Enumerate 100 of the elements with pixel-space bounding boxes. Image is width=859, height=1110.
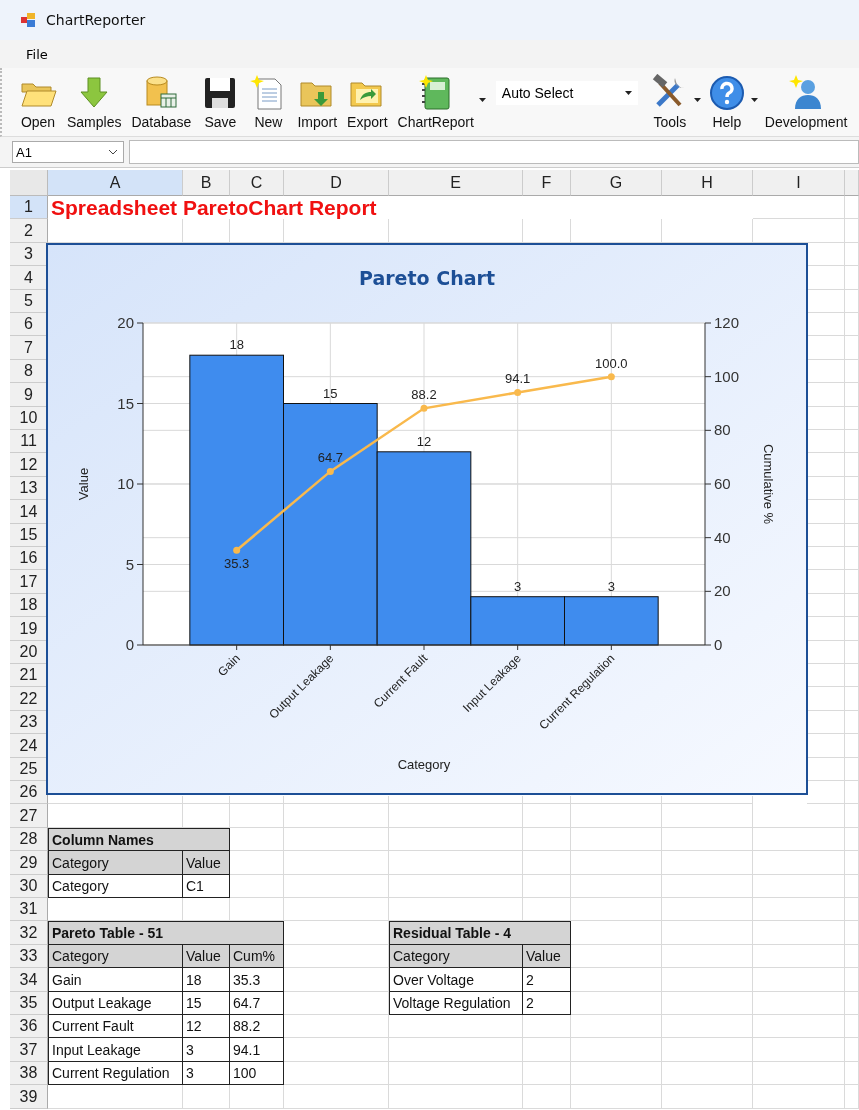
grid-cell[interactable] xyxy=(662,945,753,968)
row-header[interactable]: 24 xyxy=(10,734,48,758)
grid-cell[interactable] xyxy=(571,1085,662,1109)
grid-cell[interactable] xyxy=(284,804,389,828)
row-header[interactable]: 35 xyxy=(10,992,48,1015)
grid-cell[interactable] xyxy=(523,1085,571,1109)
grid-cell[interactable] xyxy=(284,828,389,851)
grid-cell[interactable] xyxy=(753,898,845,921)
caret-icon[interactable] xyxy=(478,98,486,102)
column-header[interactable]: I xyxy=(753,170,845,196)
grid-cell[interactable] xyxy=(845,1015,859,1038)
row-header[interactable]: 8 xyxy=(10,360,48,383)
row-header[interactable]: 23 xyxy=(10,711,48,734)
grid-cell[interactable] xyxy=(230,796,284,804)
toolbar-button[interactable]: Export xyxy=(344,72,391,132)
grid-cell[interactable] xyxy=(230,804,284,828)
grid-cell[interactable] xyxy=(845,524,859,547)
grid-cell[interactable] xyxy=(183,796,230,804)
grid-cell[interactable] xyxy=(845,921,859,945)
grid-cell[interactable] xyxy=(845,641,859,664)
grid-cell[interactable] xyxy=(845,875,859,898)
grid-cell[interactable] xyxy=(845,1062,859,1085)
grid-cell[interactable] xyxy=(523,1062,571,1085)
row-header[interactable]: 10 xyxy=(10,407,48,430)
grid-cell[interactable] xyxy=(807,570,845,594)
row-header[interactable]: 26 xyxy=(10,781,48,804)
grid-cell[interactable] xyxy=(807,290,845,313)
grid-cell[interactable] xyxy=(389,796,523,804)
column-header[interactable]: D xyxy=(284,170,389,196)
grid-cell[interactable] xyxy=(845,804,859,828)
grid-cell[interactable] xyxy=(807,641,845,664)
menu-item[interactable]: File xyxy=(20,44,54,64)
grid-cell[interactable] xyxy=(845,547,859,570)
name-box[interactable]: A1 xyxy=(12,141,124,163)
grid-cell[interactable] xyxy=(845,313,859,336)
toolbar-button[interactable]: Import xyxy=(294,72,341,132)
grid-cell[interactable] xyxy=(845,687,859,711)
grid-cell[interactable] xyxy=(662,219,753,243)
grid-cell[interactable] xyxy=(845,617,859,641)
grid-cell[interactable] xyxy=(753,875,845,898)
grid-cell[interactable] xyxy=(284,1085,389,1109)
grid-cell[interactable] xyxy=(845,266,859,290)
grid-cell[interactable] xyxy=(662,1015,753,1038)
grid-cell[interactable] xyxy=(845,243,859,266)
grid-cell[interactable] xyxy=(807,687,845,711)
grid-cell[interactable] xyxy=(389,1038,523,1062)
row-header[interactable]: 21 xyxy=(10,664,48,687)
grid-cell[interactable] xyxy=(845,290,859,313)
toolbar-button[interactable]: Tools xyxy=(647,72,692,132)
grid-cell[interactable] xyxy=(845,828,859,851)
column-header[interactable]: A xyxy=(48,170,183,196)
grid-cell[interactable] xyxy=(753,196,845,219)
grid-cell[interactable] xyxy=(571,875,662,898)
grid-cell[interactable] xyxy=(389,804,523,828)
grid-cell[interactable] xyxy=(662,851,753,875)
row-header[interactable]: 6 xyxy=(10,313,48,336)
row-header[interactable]: 17 xyxy=(10,570,48,594)
toolbar-button[interactable]: Open xyxy=(16,72,60,132)
row-header[interactable]: 2 xyxy=(10,219,48,243)
grid-cell[interactable] xyxy=(523,875,571,898)
grid-cell[interactable] xyxy=(48,219,183,243)
grid-cell[interactable] xyxy=(571,898,662,921)
grid-cell[interactable] xyxy=(284,219,389,243)
grid-cell[interactable] xyxy=(845,594,859,617)
grid-cell[interactable] xyxy=(571,1062,662,1085)
grid-cell[interactable] xyxy=(807,313,845,336)
grid-cell[interactable] xyxy=(389,1062,523,1085)
grid-cell[interactable] xyxy=(389,1085,523,1109)
grid-cell[interactable] xyxy=(753,921,845,945)
row-header[interactable]: 4 xyxy=(10,266,48,290)
grid-cell[interactable] xyxy=(662,921,753,945)
grid-cell[interactable] xyxy=(807,360,845,383)
grid-cell[interactable] xyxy=(807,453,845,477)
grid-cell[interactable] xyxy=(807,781,845,804)
grid-cell[interactable] xyxy=(389,875,523,898)
row-header[interactable]: 16 xyxy=(10,547,48,570)
toolbar-button[interactable]: New xyxy=(246,72,291,132)
grid-cell[interactable] xyxy=(523,851,571,875)
grid-cell[interactable] xyxy=(807,547,845,570)
grid-cell[interactable] xyxy=(807,266,845,290)
grid-cell[interactable] xyxy=(845,781,859,804)
grid-cell[interactable] xyxy=(183,219,230,243)
toolbar-button[interactable]: Samples xyxy=(64,72,125,132)
grid-cell[interactable] xyxy=(753,851,845,875)
grid-cell[interactable] xyxy=(753,945,845,968)
row-header[interactable]: 1 xyxy=(10,196,48,219)
grid-cell[interactable] xyxy=(662,1085,753,1109)
grid-cell[interactable] xyxy=(845,360,859,383)
grid-cell[interactable] xyxy=(523,796,571,804)
grid-cell[interactable] xyxy=(753,804,845,828)
grid-cell[interactable] xyxy=(389,851,523,875)
grid-cell[interactable] xyxy=(753,992,845,1015)
grid-cell[interactable] xyxy=(662,898,753,921)
grid-cell[interactable] xyxy=(48,796,183,804)
row-header[interactable]: 31 xyxy=(10,898,48,921)
toolbar-button[interactable]: Development xyxy=(761,72,851,132)
grid-cell[interactable] xyxy=(807,711,845,734)
grid-cell[interactable] xyxy=(284,851,389,875)
grid-cell[interactable] xyxy=(807,617,845,641)
row-header[interactable]: 38 xyxy=(10,1062,48,1085)
